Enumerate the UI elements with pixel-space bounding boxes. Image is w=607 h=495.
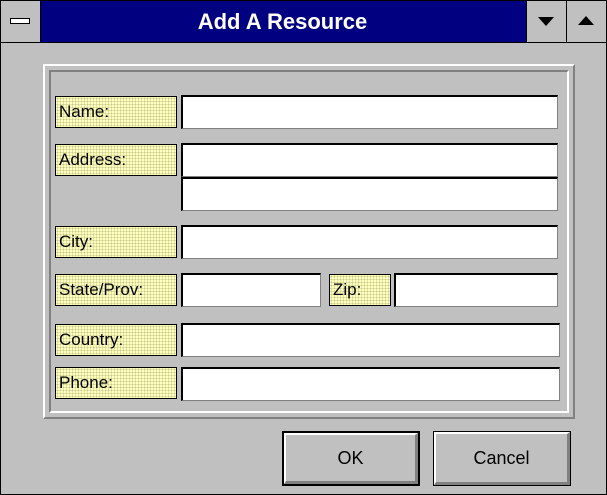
state-input[interactable]: [181, 273, 321, 307]
zip-label: Zip:: [329, 274, 391, 306]
name-input[interactable]: [181, 95, 558, 129]
ok-button[interactable]: OK: [282, 431, 420, 486]
city-input[interactable]: [181, 225, 558, 259]
address-line2-input[interactable]: [181, 177, 558, 211]
name-label: Name:: [55, 96, 177, 128]
title-bar: Add A Resource: [1, 1, 606, 43]
cancel-button-label: Cancel: [434, 432, 570, 485]
minimize-icon: [538, 17, 554, 26]
minimize-button[interactable]: [526, 1, 566, 42]
maximize-icon: [578, 16, 594, 25]
country-label: Country:: [55, 324, 177, 356]
address-line1-input[interactable]: [181, 143, 558, 177]
address-label: Address:: [55, 144, 177, 176]
city-label: City:: [55, 226, 177, 258]
zip-input[interactable]: [394, 273, 558, 307]
window-title: Add A Resource: [197, 9, 368, 34]
cancel-button[interactable]: Cancel: [433, 431, 571, 486]
maximize-button[interactable]: [566, 1, 606, 42]
add-resource-dialog: Add A Resource Name: Address: City: Stat…: [0, 0, 607, 495]
ok-button-label: OK: [284, 433, 418, 484]
country-input[interactable]: [181, 323, 560, 357]
system-menu-icon: [10, 18, 30, 24]
phone-label: Phone:: [55, 367, 177, 399]
system-menu-button[interactable]: [1, 1, 41, 42]
state-label: State/Prov:: [55, 274, 177, 306]
phone-input[interactable]: [181, 367, 560, 401]
